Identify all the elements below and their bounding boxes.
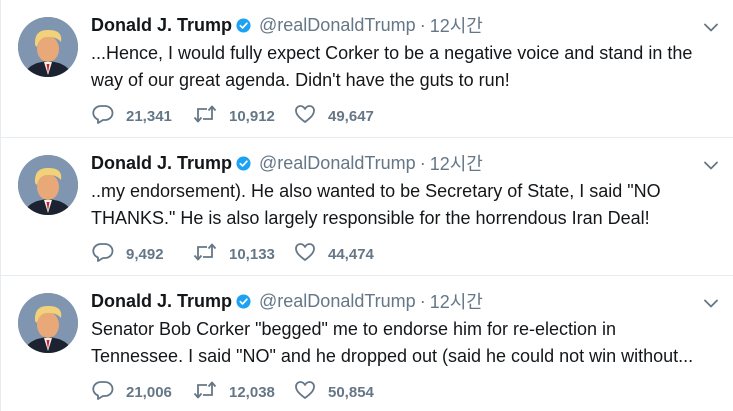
avatar-portrait-icon [18, 17, 78, 77]
like-count: 44,474 [328, 245, 374, 263]
chevron-down-icon[interactable] [702, 294, 720, 312]
author-handle[interactable]: @realDonaldTrump [259, 15, 416, 36]
retweet-icon [193, 242, 217, 267]
separator-dot: · [419, 290, 426, 311]
avatar-portrait-icon [18, 293, 78, 353]
tweet-timestamp[interactable]: 12시간 [430, 150, 483, 176]
like-count: 50,854 [328, 383, 374, 401]
heart-icon [294, 242, 316, 267]
tweet-text-line: ..my endorsement). He also wanted to be … [91, 181, 661, 201]
reply-icon [92, 380, 114, 405]
retweet-button[interactable]: 10,912 [193, 104, 294, 129]
heart-icon [294, 104, 316, 129]
retweet-count: 10,133 [229, 245, 275, 263]
reply-count: 21,341 [126, 107, 172, 125]
like-button[interactable]: 44,474 [294, 242, 394, 267]
separator-dot: · [419, 152, 426, 173]
author-handle[interactable]: @realDonaldTrump [259, 291, 416, 312]
tweet-text-line: Tennessee. I said "NO" and he dropped ou… [91, 346, 694, 366]
like-count: 49,647 [328, 107, 374, 125]
avatar[interactable] [18, 17, 78, 77]
retweet-icon [193, 380, 217, 405]
avatar[interactable] [18, 293, 78, 353]
reply-button[interactable]: 21,341 [92, 104, 193, 129]
reply-count: 21,006 [126, 383, 172, 401]
reply-icon [92, 242, 114, 267]
reply-icon [92, 104, 114, 129]
tweet-text-line: THANKS." He is also largely responsible … [91, 208, 650, 228]
retweet-button[interactable]: 12,038 [193, 380, 294, 405]
tweet-actions: 9,492 10,133 44,474 [92, 242, 394, 267]
tweet-timeline: Donald J. Trump @realDonaldTrump · 12시간 … [0, 0, 733, 411]
reply-button[interactable]: 9,492 [92, 242, 193, 267]
verified-badge-icon [236, 155, 251, 171]
tweet-timestamp[interactable]: 12시간 [430, 288, 483, 314]
retweet-count: 10,912 [229, 107, 275, 125]
author-name[interactable]: Donald J. Trump [91, 153, 232, 174]
verified-badge-icon [236, 293, 251, 309]
tweet[interactable]: Donald J. Trump @realDonaldTrump · 12시간 … [1, 0, 733, 137]
retweet-icon [193, 104, 217, 129]
tweet-text-line: Senator Bob Corker "begged" me to endors… [91, 319, 617, 339]
tweet-text-line: way of our great agenda. Didn't have the… [91, 70, 510, 90]
chevron-down-icon[interactable] [702, 156, 720, 174]
heart-icon [294, 380, 316, 405]
tweet-header: Donald J. Trump @realDonaldTrump · 12시간 [91, 289, 483, 313]
like-button[interactable]: 50,854 [294, 380, 394, 405]
tweet-text-line: ...Hence, I would fully expect Corker to… [91, 43, 693, 63]
tweet-actions: 21,341 10,912 49,647 [92, 104, 394, 129]
tweet-timestamp[interactable]: 12시간 [430, 12, 483, 38]
verified-badge-icon [236, 17, 251, 33]
author-handle[interactable]: @realDonaldTrump [259, 153, 416, 174]
retweet-count: 12,038 [229, 383, 275, 401]
reply-button[interactable]: 21,006 [92, 380, 193, 405]
separator-dot: · [419, 14, 426, 35]
like-button[interactable]: 49,647 [294, 104, 394, 129]
reply-count: 9,492 [126, 245, 164, 263]
tweet-text: ...Hence, I would fully expect Corker to… [91, 40, 711, 94]
author-name[interactable]: Donald J. Trump [91, 15, 232, 36]
tweet-actions: 21,006 12,038 50,854 [92, 380, 394, 405]
tweet-header: Donald J. Trump @realDonaldTrump · 12시간 [91, 13, 483, 37]
tweet[interactable]: Donald J. Trump @realDonaldTrump · 12시간 … [1, 275, 733, 411]
tweet-header: Donald J. Trump @realDonaldTrump · 12시간 [91, 151, 483, 175]
author-name[interactable]: Donald J. Trump [91, 291, 232, 312]
tweet-text: ..my endorsement). He also wanted to be … [91, 178, 711, 232]
tweet[interactable]: Donald J. Trump @realDonaldTrump · 12시간 … [1, 137, 733, 275]
tweet-text: Senator Bob Corker "begged" me to endors… [91, 316, 711, 370]
avatar[interactable] [18, 155, 78, 215]
chevron-down-icon[interactable] [702, 18, 720, 36]
retweet-button[interactable]: 10,133 [193, 242, 294, 267]
avatar-portrait-icon [18, 155, 78, 215]
